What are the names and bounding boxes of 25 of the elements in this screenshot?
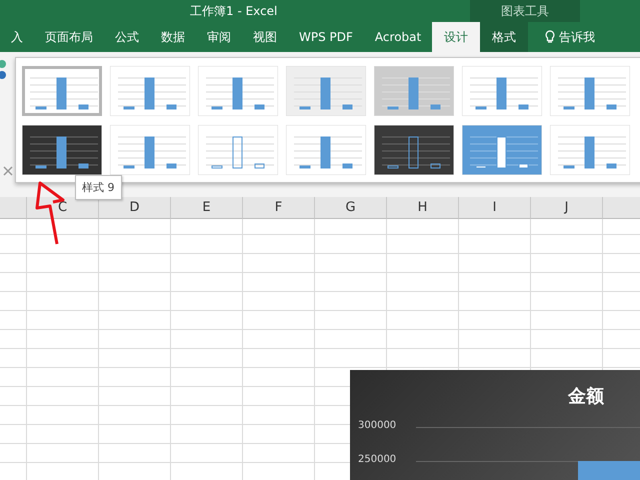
tooltip: 样式 9 — [75, 175, 122, 200]
ribbon-tab[interactable]: 入 — [0, 22, 34, 52]
ribbon-tab[interactable]: Acrobat — [364, 22, 432, 52]
ribbon-tab[interactable]: 审阅 — [196, 22, 242, 52]
ribbon-tab[interactable]: 公式 — [104, 22, 150, 52]
ribbon-tab[interactable]: 数据 — [150, 22, 196, 52]
axis-label: 250000 — [358, 454, 396, 465]
ribbon-tab[interactable]: WPS PDF — [288, 22, 364, 52]
column-header[interactable]: E — [171, 197, 243, 219]
column-header[interactable]: I — [459, 197, 531, 219]
ribbon-tab[interactable]: 页面布局 — [34, 22, 104, 52]
column-header[interactable]: H — [387, 197, 459, 219]
ribbon-tab[interactable]: 格式 — [480, 22, 528, 52]
chart-title: 金额 — [568, 385, 604, 408]
ribbon-tab[interactable]: 告诉我 — [534, 22, 606, 52]
window-title: 工作簿1 - Excel — [190, 3, 278, 20]
chart-tools-label: 图表工具 — [470, 0, 580, 22]
axis-label: 300000 — [358, 420, 396, 431]
column-header[interactable]: D — [99, 197, 171, 219]
column-header[interactable]: G — [315, 197, 387, 219]
ribbon-tab[interactable]: 设计 — [432, 22, 480, 52]
column-header[interactable]: F — [243, 197, 315, 219]
column-header[interactable]: J — [531, 197, 603, 219]
ribbon-tab[interactable]: 视图 — [242, 22, 288, 52]
chart-area[interactable]: 金额 300000 250000 — [350, 370, 640, 480]
